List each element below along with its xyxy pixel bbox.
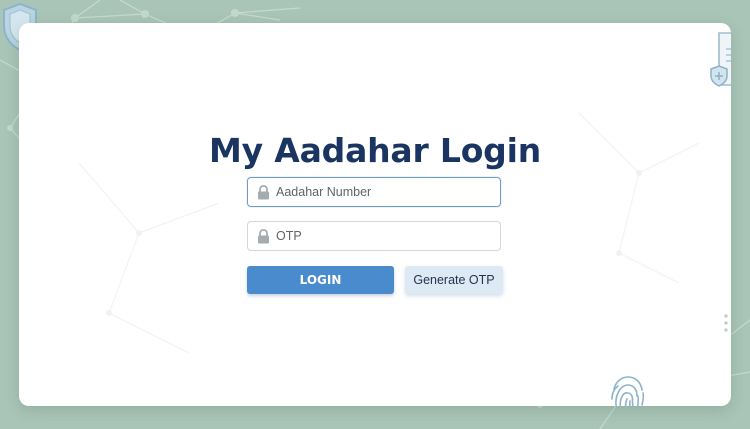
page-title: My Aadahar Login xyxy=(209,131,541,170)
aadhar-number-field[interactable] xyxy=(247,177,501,207)
card-watermark-network xyxy=(78,112,700,354)
otp-field[interactable] xyxy=(247,221,501,251)
otp-input[interactable] xyxy=(276,222,494,250)
login-button[interactable]: LOGIN xyxy=(247,266,394,294)
dots-grid-icon xyxy=(724,314,728,332)
document-shield-icon xyxy=(710,32,731,87)
generate-otp-button[interactable]: Generate OTP xyxy=(405,266,503,294)
lock-icon xyxy=(258,229,269,244)
aadhar-number-input[interactable] xyxy=(276,178,494,206)
lock-icon xyxy=(258,185,269,200)
login-card: My Aadahar Login LOGIN Generate OTP xyxy=(19,23,731,406)
fingerprint-icon xyxy=(611,376,645,406)
